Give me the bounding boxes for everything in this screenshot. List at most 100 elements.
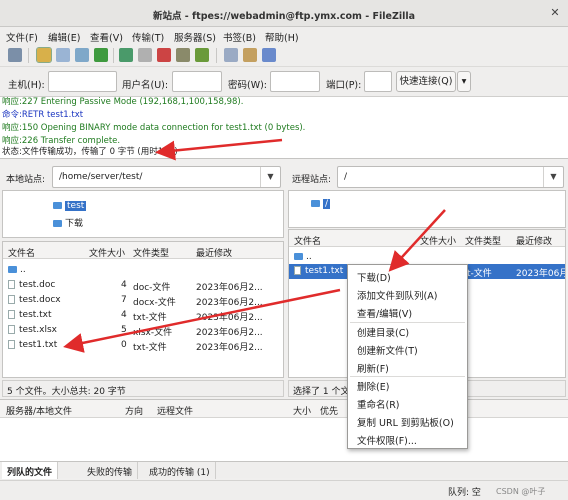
menu-help[interactable]: 帮助(H)	[265, 30, 299, 44]
menu-bookmarks[interactable]: 书签(B)	[223, 30, 256, 44]
tab-failed-transfers[interactable]: 失败的传输	[82, 462, 139, 479]
local-tree[interactable]: test 下载	[2, 190, 284, 238]
file-icon	[8, 340, 15, 349]
close-icon[interactable]: ✕	[548, 6, 562, 20]
column-filesize[interactable]: 文件大小	[89, 246, 125, 259]
menu-view[interactable]: 查看(V)	[90, 30, 123, 44]
tree-item-root[interactable]: /	[311, 199, 331, 209]
chevron-down-icon[interactable]: ▼	[260, 167, 280, 187]
quickconnect-button[interactable]: 快速连接(Q)	[396, 71, 456, 92]
message-log: 响应:227 Entering Passive Mode (192,168,1,…	[0, 97, 568, 159]
username-input[interactable]	[172, 71, 222, 92]
tree-item-downloads[interactable]: 下载	[53, 216, 83, 229]
queue-status: 队列: 空	[448, 488, 481, 498]
disconnect-icon[interactable]	[157, 48, 171, 62]
search-icon[interactable]	[262, 48, 276, 62]
menu-transfer[interactable]: 传输(T)	[132, 30, 164, 44]
filter-icon[interactable]	[195, 48, 209, 62]
file-icon	[8, 310, 15, 319]
column-local-file[interactable]: 服务器/本地文件	[6, 404, 72, 417]
chevron-down-icon[interactable]: ▼	[543, 167, 563, 187]
remote-site-label: 远程站点:	[292, 175, 332, 185]
tree-item-test[interactable]: test	[53, 201, 87, 211]
sync-browse-icon[interactable]	[243, 48, 257, 62]
log-line: 状态:文件传输成功，传输了 0 字节 (用时1 秒)	[2, 147, 178, 157]
table-row[interactable]: test1.txt 0 txt-文件 2023年06月2...	[3, 338, 283, 353]
quickconnect-dropdown[interactable]: ▾	[457, 71, 471, 92]
toggle-log-icon[interactable]	[36, 47, 52, 63]
list-item[interactable]: ..	[3, 263, 283, 278]
column-direction[interactable]: 方向	[125, 404, 143, 417]
remote-list-header: 文件名 文件大小 文件类型 最近修改	[289, 230, 565, 247]
menu-item-create-directory[interactable]: 创建目录(C)	[357, 325, 409, 339]
menu-item-download[interactable]: 下载(D)	[357, 270, 391, 284]
refresh-icon[interactable]	[94, 48, 108, 62]
window-title: 新站点 - ftpes://webadmin@ftp.ymx.com - Fil…	[152, 11, 416, 22]
menu-item-add-to-queue[interactable]: 添加文件到队列(A)	[357, 288, 437, 302]
menu-edit[interactable]: 编辑(E)	[48, 30, 80, 44]
menu-item-file-permissions[interactable]: 文件权限(F)...	[357, 433, 417, 447]
column-filename[interactable]: 文件名	[8, 246, 35, 259]
compare-icon[interactable]	[224, 48, 238, 62]
tab-queued-files[interactable]: 列队的文件	[2, 462, 59, 479]
column-filetype[interactable]: 文件类型	[465, 234, 501, 247]
password-input[interactable]	[270, 71, 320, 92]
title-bar: 新站点 - ftpes://webadmin@ftp.ymx.com - Fil…	[0, 0, 568, 27]
menu-item-delete[interactable]: 删除(E)	[357, 379, 389, 393]
menu-item-copy-url[interactable]: 复制 URL 到剪贴板(O)	[357, 415, 454, 429]
queue-header: 服务器/本地文件 方向 远程文件 大小 优先	[0, 400, 568, 418]
folder-icon	[53, 202, 62, 209]
menu-file[interactable]: 文件(F)	[6, 30, 38, 44]
site-manager-icon[interactable]	[8, 48, 22, 62]
table-row[interactable]: test.docx 7 docx-文件 2023年06月2...	[3, 293, 283, 308]
remote-tree[interactable]: /	[288, 190, 566, 228]
local-status: 5 个文件。大小总共: 20 字节	[2, 380, 284, 397]
column-size[interactable]: 大小	[293, 404, 311, 417]
menu-bar: 文件(F) 编辑(E) 查看(V) 传输(T) 服务器(S) 书签(B) 帮助(…	[0, 27, 568, 45]
username-label: 用户名(U):	[122, 80, 169, 91]
column-priority[interactable]: 优先	[320, 404, 338, 417]
file-icon	[8, 280, 15, 289]
column-filename[interactable]: 文件名	[294, 234, 321, 247]
log-line: 命令:RETR test1.txt	[2, 110, 84, 120]
column-modified[interactable]: 最近修改	[516, 234, 552, 247]
tab-successful-transfers[interactable]: 成功的传输 (1)	[144, 462, 216, 479]
column-filetype[interactable]: 文件类型	[133, 246, 169, 259]
folder-icon	[53, 220, 62, 227]
menu-item-create-file[interactable]: 创建新文件(T)	[357, 343, 418, 357]
status-bar: 队列: 空 CSDN @叶子	[0, 480, 568, 500]
log-line: 响应:150 Opening BINARY mode data connecti…	[2, 123, 306, 133]
watermark: CSDN @叶子	[496, 487, 546, 496]
reconnect-icon[interactable]	[176, 48, 190, 62]
folder-icon	[8, 266, 17, 273]
menu-item-refresh[interactable]: 刷新(F)	[357, 361, 389, 375]
table-row[interactable]: test.txt 4 txt-文件 2023年06月2...	[3, 308, 283, 323]
process-queue-icon[interactable]	[119, 48, 133, 62]
table-row[interactable]: test.xlsx 5 xlsx-文件 2023年06月2...	[3, 323, 283, 338]
queue-tabs: 列队的文件 失败的传输 成功的传输 (1)	[0, 461, 568, 479]
quickconnect-bar: 主机(H): 用户名(U): 密码(W): 端口(P): 快速连接(Q) ▾	[0, 67, 568, 97]
file-icon	[8, 295, 15, 304]
toggle-remote-tree-icon[interactable]	[75, 48, 89, 62]
menu-item-rename[interactable]: 重命名(R)	[357, 397, 400, 411]
log-line: 响应:227 Entering Passive Mode (192,168,1,…	[2, 97, 244, 107]
menu-item-view-edit[interactable]: 查看/编辑(V)	[357, 306, 412, 320]
password-label: 密码(W):	[228, 80, 268, 91]
column-modified[interactable]: 最近修改	[196, 246, 232, 259]
remote-path-input[interactable]: / ▼	[337, 166, 564, 188]
column-filesize[interactable]: 文件大小	[420, 234, 456, 247]
table-row[interactable]: test.doc 4 doc-文件 2023年06月2...	[3, 278, 283, 293]
local-file-list[interactable]: 文件名 文件大小 文件类型 最近修改 .. test.doc 4 doc-文件 202…	[2, 241, 284, 378]
local-path-input[interactable]: /home/server/test/ ▼	[52, 166, 281, 188]
toggle-tree-icon[interactable]	[56, 48, 70, 62]
menu-server[interactable]: 服务器(S)	[174, 30, 216, 44]
context-menu: 下载(D) 添加文件到队列(A) 查看/编辑(V) 创建目录(C) 创建新文件(…	[347, 264, 468, 449]
list-item[interactable]: ..	[289, 250, 565, 265]
file-icon	[8, 325, 15, 334]
port-input[interactable]	[364, 71, 392, 92]
column-remote-file[interactable]: 远程文件	[157, 404, 193, 417]
local-list-header: 文件名 文件大小 文件类型 最近修改	[3, 242, 283, 259]
host-input[interactable]	[48, 71, 117, 92]
cancel-icon[interactable]	[138, 48, 152, 62]
transfer-queue: 服务器/本地文件 方向 远程文件 大小 优先	[0, 399, 568, 461]
